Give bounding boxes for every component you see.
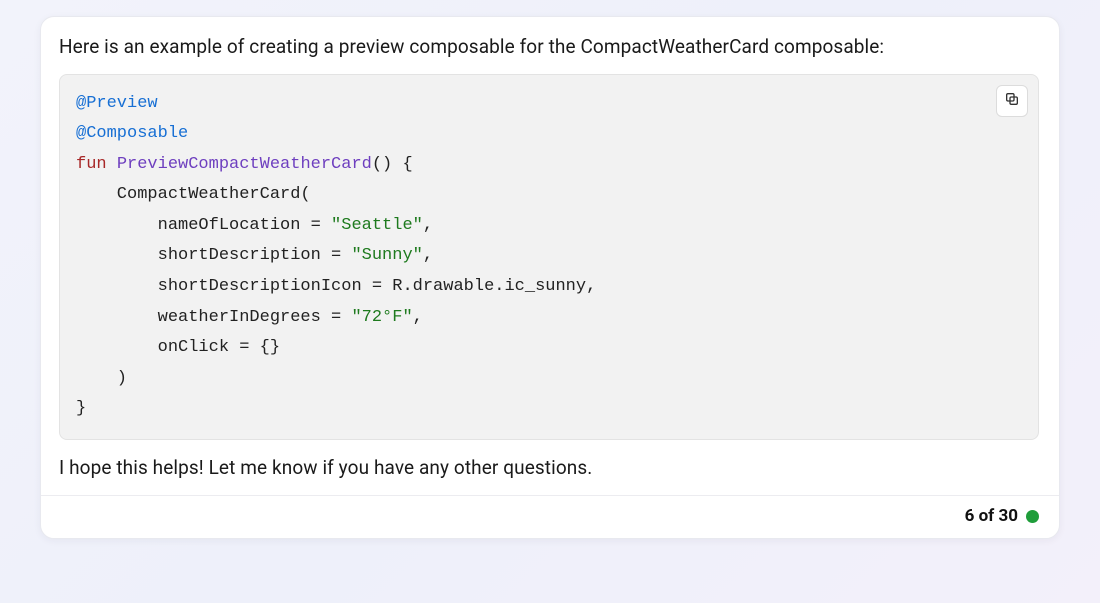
code-arg1-key: nameOfLocation = xyxy=(76,216,331,235)
code-block: @Preview @Composable fun PreviewCompactW… xyxy=(59,74,1039,441)
code-call-open: CompactWeatherCard( xyxy=(76,185,311,204)
code-keyword-fun: fun xyxy=(76,155,107,174)
code-arg4-key: weatherInDegrees = xyxy=(76,308,351,327)
code-arg3: shortDescriptionIcon = R.drawable.ic_sun… xyxy=(76,277,596,296)
card-footer: 6 of 30 xyxy=(41,495,1059,538)
pager-current: 6 xyxy=(965,506,975,526)
code-open-sig: () { xyxy=(372,155,413,174)
message-card: Here is an example of creating a preview… xyxy=(40,16,1060,539)
code-arg4-val: "72°F" xyxy=(351,308,412,327)
code-arg1-val: "Seattle" xyxy=(331,216,423,235)
code-annotation-composable: @Composable xyxy=(76,124,188,143)
intro-text: Here is an example of creating a preview… xyxy=(59,33,1039,62)
code-call-close: ) xyxy=(76,369,127,388)
outro-text: I hope this helps! Let me know if you ha… xyxy=(59,456,1039,479)
pager-sep: of xyxy=(974,506,998,526)
status-dot-icon xyxy=(1026,510,1039,523)
code-function-name: PreviewCompactWeatherCard xyxy=(117,155,372,174)
pager-total: 30 xyxy=(998,506,1018,526)
copy-button[interactable] xyxy=(996,85,1028,117)
code-arg4-end: , xyxy=(413,308,423,327)
code-close: } xyxy=(76,399,86,418)
code-arg2-key: shortDescription = xyxy=(76,246,351,265)
pager-label: 6 of 30 xyxy=(965,506,1018,526)
code-arg5: onClick = {} xyxy=(76,338,280,357)
copy-icon xyxy=(1004,91,1020,110)
message-body: Here is an example of creating a preview… xyxy=(41,17,1059,495)
code-annotation-preview: @Preview xyxy=(76,94,158,113)
code-arg2-end: , xyxy=(423,246,433,265)
code-arg2-val: "Sunny" xyxy=(351,246,422,265)
code-arg1-end: , xyxy=(423,216,433,235)
